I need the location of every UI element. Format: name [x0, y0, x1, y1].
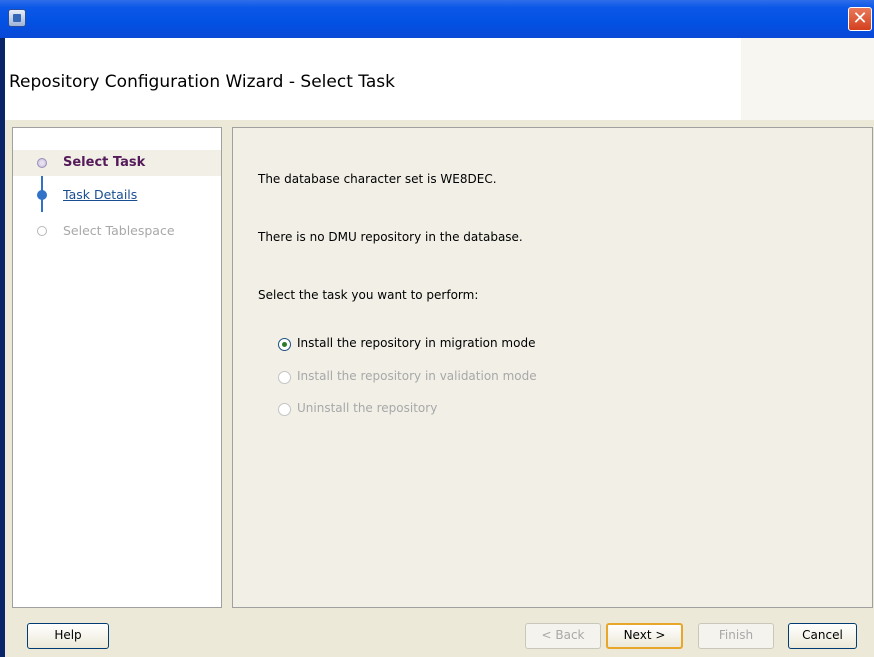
dialog-client-area: Repository Configuration Wizard - Select…	[5, 38, 874, 657]
radio-button	[278, 403, 291, 416]
nav-step-task-details[interactable]: Task Details	[13, 182, 221, 208]
nav-step-label[interactable]: Task Details	[63, 187, 137, 202]
back-button: < Back	[525, 623, 601, 649]
finish-button: Finish	[698, 623, 774, 649]
header-side-area	[741, 38, 874, 120]
wizard-steps-panel: Select Task Task Details Select Tablespa…	[12, 127, 222, 608]
radio-button[interactable]	[278, 338, 291, 351]
help-button[interactable]: Help	[27, 623, 109, 649]
page-title: Repository Configuration Wizard - Select…	[9, 72, 395, 92]
charset-message: The database character set is WE8DEC.	[258, 172, 497, 186]
title-bar[interactable]: ✕	[0, 0, 874, 38]
task-prompt: Select the task you want to perform:	[258, 288, 479, 302]
radio-label: Uninstall the repository	[297, 401, 438, 415]
nav-step-select-task: Select Task	[13, 150, 221, 176]
radio-label: Install the repository in validation mod…	[297, 369, 537, 383]
nav-step-label: Select Tablespace	[63, 223, 175, 238]
step-visited-icon	[37, 190, 47, 200]
task-content-panel: The database character set is WE8DEC. Th…	[232, 127, 873, 608]
wizard-header: Repository Configuration Wizard - Select…	[5, 38, 741, 120]
step-current-icon	[37, 158, 47, 168]
nav-step-label: Select Task	[63, 155, 146, 170]
step-pending-icon	[37, 226, 47, 236]
cancel-button[interactable]: Cancel	[788, 623, 857, 649]
app-icon	[8, 9, 26, 27]
repository-status-message: There is no DMU repository in the databa…	[258, 230, 523, 244]
wizard-window: ✕ Repository Configuration Wizard - Sele…	[0, 0, 874, 657]
radio-label[interactable]: Install the repository in migration mode	[297, 336, 535, 350]
radio-button	[278, 371, 291, 384]
next-button[interactable]: Next >	[606, 623, 683, 649]
nav-step-select-tablespace: Select Tablespace	[13, 218, 221, 244]
close-button[interactable]: ✕	[848, 7, 872, 31]
